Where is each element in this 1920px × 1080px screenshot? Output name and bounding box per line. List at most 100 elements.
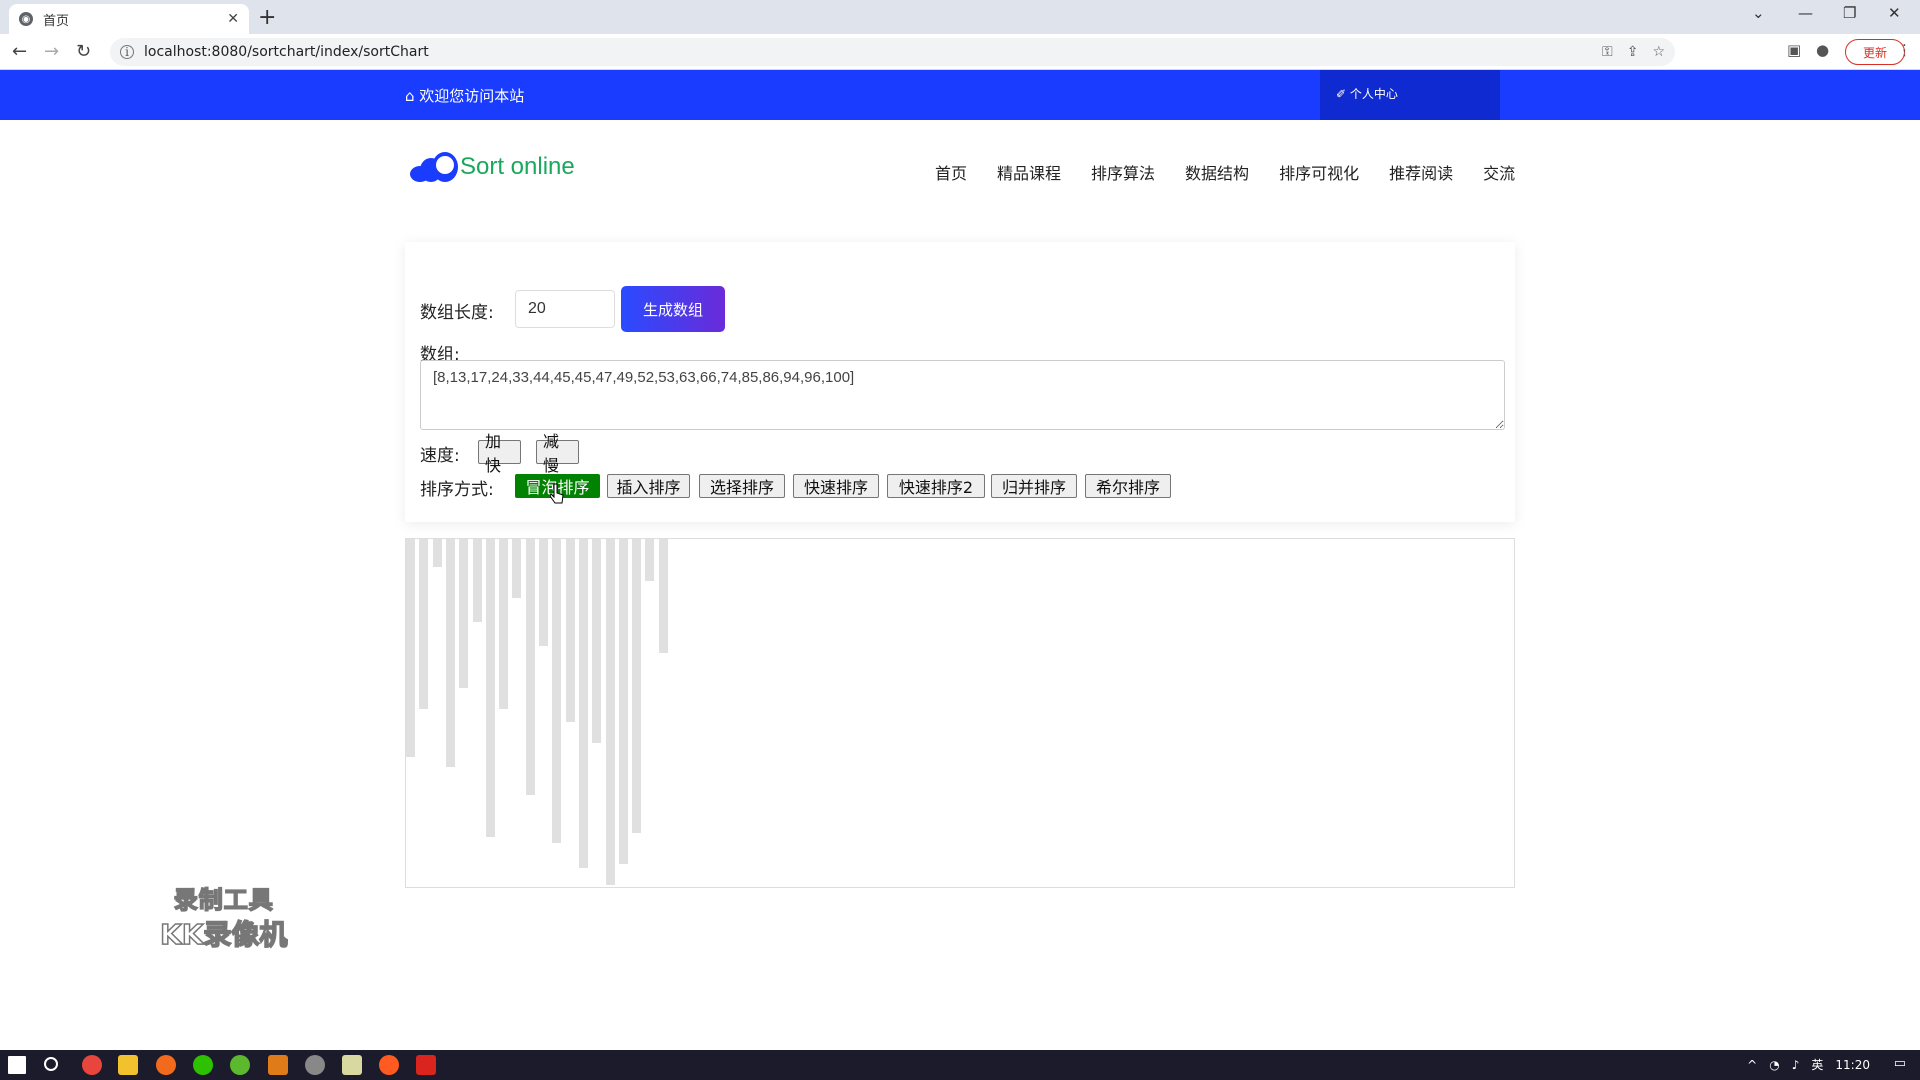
sort-bar [499,539,509,709]
update-button[interactable]: 更新 [1845,39,1905,65]
app-orange-icon[interactable] [268,1055,288,1075]
selection-sort-button[interactable]: 选择排序 [699,474,785,498]
insertion-sort-button[interactable]: 插入排序 [607,474,690,498]
forward-icon[interactable]: → [44,41,59,62]
system-tray: ^ ◔ ♪ 英 11:20 [1747,1056,1870,1073]
network-icon[interactable]: ◔ [1769,1058,1779,1072]
volume-icon[interactable]: ♪ [1792,1058,1800,1072]
profile-icon[interactable]: ● [1816,41,1829,59]
welcome-text: ⌂ 欢迎您访问本站 [405,87,525,105]
new-tab-button[interactable]: + [258,5,276,30]
tab-close-icon[interactable]: ✕ [227,11,239,27]
shell-sort-button[interactable]: 希尔排序 [1085,474,1171,498]
sort-bar [552,539,562,843]
notepad-icon[interactable] [342,1055,362,1075]
site-topbar: ⌂ 欢迎您访问本站 ✐ 个人中心 [0,70,1920,120]
user-center-label: ✐ 个人中心 [1336,87,1398,101]
sort-bar [645,539,655,581]
nav-item-discussion[interactable]: 交流 [1483,160,1515,184]
sort-bar [605,539,615,885]
back-icon[interactable]: ← [12,41,27,62]
cloud-logo-icon [410,152,458,182]
browser-toolbar: ← → ↻ i localhost:8080/sortchart/index/s… [0,34,1920,70]
reload-icon[interactable]: ↻ [76,41,91,62]
key-icon[interactable]: ⚿ [1602,44,1613,60]
sort-bar [406,539,415,757]
quick-sort-2-button[interactable]: 快速排序2 [887,474,985,498]
sort-bar [445,539,455,767]
windows-start-icon[interactable] [8,1056,26,1074]
sort-bar [459,539,469,688]
sort-controls-card: 数组长度: 生成数组 数组: 速度: 加快 减慢 排序方式: 冒泡排序 插入排序… [405,242,1515,522]
url-text[interactable]: localhost:8080/sortchart/index/sortChart [144,44,429,60]
array-length-input[interactable] [515,290,615,328]
search-app-icon[interactable] [156,1055,176,1075]
notification-icon[interactable]: ▭ [1894,1056,1906,1071]
speed-down-button[interactable]: 减慢 [536,432,579,475]
sort-method-label: 排序方式: [420,480,494,500]
bookmark-star-icon[interactable]: ☆ [1652,44,1665,60]
sort-bar [472,539,482,622]
tab-title: 首页 [43,13,70,29]
site-info-icon[interactable]: i [120,45,134,59]
site-logo[interactable]: Sort online [410,152,575,182]
sort-bar [578,539,588,868]
app-leaf-icon[interactable] [230,1055,250,1075]
watermark-line1: 录制工具 [173,885,274,915]
search-icon[interactable] [44,1057,58,1071]
nav-item-courses[interactable]: 精品课程 [997,160,1061,184]
generate-array-button[interactable]: 生成数组 [621,286,725,332]
recorder-watermark: 录制工具 KK录像机 [159,880,288,953]
sidepanel-icon[interactable]: ▣ [1787,41,1801,59]
array-length-label: 数组长度: [420,303,494,323]
browser-tab[interactable]: ◉ 首页 ✕ [9,4,249,34]
sort-bar [592,539,602,743]
clock[interactable]: 11:20 [1835,1058,1870,1072]
windows-taskbar: ^ ◔ ♪ 英 11:20 ▭ [0,1050,1920,1080]
sort-bar [525,539,535,795]
speed-up-button[interactable]: 加快 [478,432,521,475]
brand-name: Sort online [460,153,575,180]
chrome-icon[interactable] [82,1055,102,1075]
generate-array-label: 生成数组 [642,300,703,319]
app-fox-icon[interactable] [379,1055,399,1075]
sort-bar [432,539,442,567]
speed-label: 速度: [420,446,460,466]
nav-item-algorithms[interactable]: 排序算法 [1091,160,1155,184]
sort-bar [419,539,429,709]
sort-bar [539,539,548,646]
nav-item-home[interactable]: 首页 [935,160,967,184]
tray-chevron-icon[interactable]: ^ [1747,1058,1757,1072]
file-explorer-icon[interactable] [118,1055,138,1075]
address-bar[interactable]: i localhost:8080/sortchart/index/sortCha… [110,38,1675,66]
settings-gear-icon[interactable] [305,1055,325,1075]
nav-item-data-structures[interactable]: 数据结构 [1185,160,1249,184]
update-label: 更新 [1862,45,1887,60]
restore-icon[interactable]: ❐ [1843,4,1856,22]
sort-bar [512,539,522,598]
browser-tabstrip: ◉ 首页 ✕ + ⌄ — ❐ ✕ [0,0,1920,34]
watermark-line2: KK录像机 [159,917,288,952]
mouse-cursor-icon [550,483,564,504]
globe-icon: ◉ [19,12,33,26]
wps-icon[interactable] [416,1055,436,1075]
user-center-link[interactable]: ✐ 个人中心 [1320,70,1500,120]
main-nav: 首页 精品课程 排序算法 数据结构 排序可视化 推荐阅读 交流 [935,160,1515,184]
minimize-icon[interactable]: — [1798,4,1813,22]
wechat-icon[interactable] [193,1055,213,1075]
sort-bar [565,539,575,722]
sort-bar [618,539,628,864]
array-textarea[interactable] [420,360,1505,430]
menu-kebab-icon[interactable]: ⋮ [1897,41,1912,59]
ime-indicator[interactable]: 英 [1811,1056,1823,1073]
sort-bar [658,539,668,653]
merge-sort-button[interactable]: 归并排序 [991,474,1077,498]
sort-visualization [405,538,1515,888]
sort-bar [632,539,642,833]
quick-sort-button[interactable]: 快速排序 [793,474,879,498]
nav-item-reading[interactable]: 推荐阅读 [1389,160,1453,184]
nav-item-visualization[interactable]: 排序可视化 [1279,160,1359,184]
window-close-icon[interactable]: ✕ [1888,4,1901,22]
tab-search-icon[interactable]: ⌄ [1752,4,1765,22]
share-icon[interactable]: ⇪ [1627,44,1639,60]
